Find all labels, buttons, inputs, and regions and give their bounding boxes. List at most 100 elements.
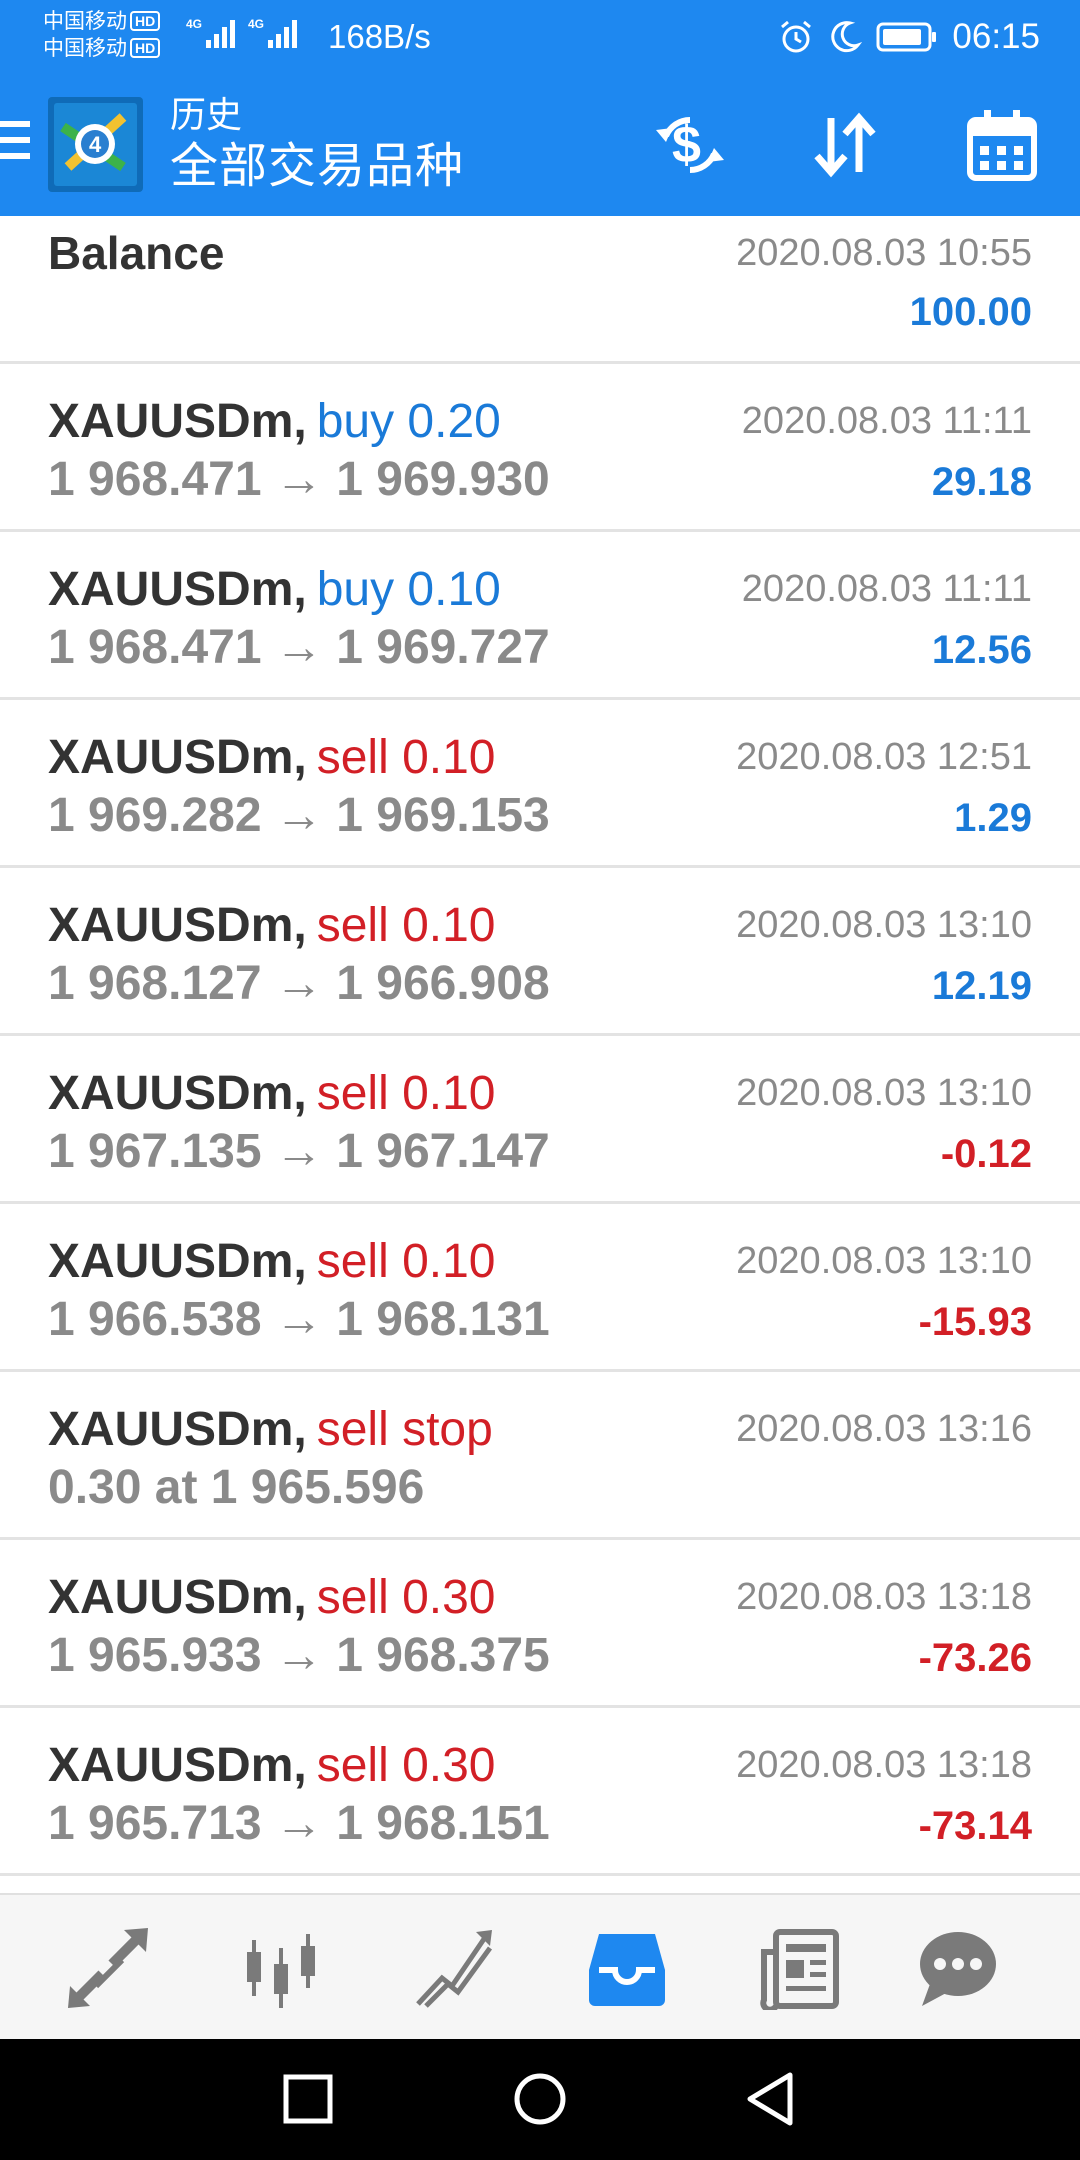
trade-side: sell stop bbox=[316, 1403, 493, 1456]
trade-title: XAUUSDm, sell 0.10 bbox=[48, 730, 495, 786]
net-speed: 168B/s bbox=[328, 18, 431, 55]
system-nav-bar bbox=[0, 2039, 1080, 2160]
trade-time: 2020.08.03 13:18 bbox=[736, 1576, 1032, 1618]
trade-row[interactable]: XAUUSDm, sell 0.10 1 968.127 → 1 966.908 20… bbox=[0, 868, 1080, 1036]
trade-title: XAUUSDm, buy 0.10 bbox=[48, 562, 501, 618]
trade-row[interactable]: XAUUSDm, sell 0.10 1 966.538 → 1 968.131 20… bbox=[0, 1204, 1080, 1372]
trade-prices: 1 965.713 → 1 968.151 bbox=[48, 1797, 550, 1850]
trade-prices: 1 966.538 → 1 968.131 bbox=[48, 1293, 550, 1346]
status-right: 06:15 bbox=[778, 14, 1040, 59]
trade-time: 2020.08.03 13:10 bbox=[736, 1240, 1032, 1282]
trade-prices: 1 968.127 → 1 966.908 bbox=[48, 957, 550, 1010]
trade-title: XAUUSDm, sell 0.10 bbox=[48, 898, 495, 954]
trade-time: 2020.08.03 13:10 bbox=[736, 1072, 1032, 1114]
balance-label: Balance bbox=[48, 227, 225, 279]
hd-badge: HD bbox=[130, 38, 161, 58]
trade-profit: -73.14 bbox=[918, 1804, 1032, 1848]
home-icon[interactable] bbox=[510, 2069, 570, 2129]
battery-icon bbox=[876, 22, 937, 51]
trade-symbol: XAUUSDm, bbox=[48, 731, 307, 784]
trade-prices: 1 969.282 → 1 969.153 bbox=[48, 789, 550, 842]
svg-text:4: 4 bbox=[89, 132, 102, 157]
hd-badge: HD bbox=[130, 11, 161, 31]
history-icon[interactable] bbox=[579, 1920, 675, 2016]
deposit-icon[interactable]: $ bbox=[650, 105, 730, 185]
back-icon[interactable] bbox=[740, 2069, 800, 2129]
moon-icon bbox=[831, 20, 863, 52]
status-bar: 中国移动 HD 中国移动 HD 4G 4G 168B/s 06:15 bbox=[0, 0, 1080, 75]
carrier-1: 中国移动 bbox=[43, 10, 127, 33]
trade-side: sell 0.10 bbox=[316, 899, 496, 952]
trade-side: sell 0.10 bbox=[316, 1067, 496, 1120]
calendar-icon[interactable] bbox=[962, 105, 1042, 185]
alarm-icon bbox=[781, 20, 812, 52]
trade-profit: 29.18 bbox=[931, 460, 1032, 504]
app-bar: 4 历史 全部交易品种 $ bbox=[0, 75, 1080, 216]
trade-title: XAUUSDm, buy 0.20 bbox=[48, 394, 501, 450]
svg-text:4G: 4G bbox=[248, 17, 264, 31]
trade-prices: 1 968.471 → 1 969.727 bbox=[48, 621, 550, 674]
app-logo: 4 bbox=[48, 97, 143, 192]
trade-time: 2020.08.03 12:51 bbox=[736, 736, 1032, 778]
trade-profit: -0.12 bbox=[940, 1132, 1032, 1176]
trade-title: XAUUSDm, sell 0.30 bbox=[48, 1738, 495, 1794]
trade-profit: 12.56 bbox=[931, 628, 1032, 672]
trade-symbol: XAUUSDm, bbox=[48, 1571, 307, 1624]
trade-symbol: XAUUSDm, bbox=[48, 899, 307, 952]
signal-icon-2: 4G bbox=[248, 17, 297, 48]
trade-symbol: XAUUSDm, bbox=[48, 1067, 307, 1120]
trade-row[interactable]: XAUUSDm, sell 0.30 1 965.713 → 1 968.151 20… bbox=[0, 1708, 1080, 1876]
trade-time: 2020.08.03 13:16 bbox=[736, 1408, 1032, 1450]
trade-row[interactable]: XAUUSDm, buy 0.20 1 968.471 → 1 969.930 202… bbox=[0, 364, 1080, 532]
trade-side: buy 0.10 bbox=[316, 563, 501, 616]
trade-time: 2020.08.03 11:11 bbox=[741, 400, 1032, 442]
balance-amount: 100.00 bbox=[909, 290, 1032, 334]
trade-row[interactable]: XAUUSDm, buy 0.10 1 968.471 → 1 969.727 202… bbox=[0, 532, 1080, 700]
recents-icon[interactable] bbox=[278, 2069, 338, 2129]
trade-row[interactable]: XAUUSDm, sell 0.10 1 967.135 → 1 967.147 20… bbox=[0, 1036, 1080, 1204]
trade-profit: -15.93 bbox=[918, 1300, 1032, 1344]
trade-side: sell 0.30 bbox=[316, 1739, 496, 1792]
news-icon[interactable] bbox=[752, 1920, 848, 2016]
trade-prices: 1 967.135 → 1 967.147 bbox=[48, 1125, 550, 1178]
trade-symbol: XAUUSDm, bbox=[48, 1403, 307, 1456]
trade-side: buy 0.20 bbox=[316, 395, 501, 448]
sort-icon[interactable] bbox=[805, 105, 885, 185]
carrier-2: 中国移动 bbox=[43, 37, 127, 60]
trade-row[interactable]: XAUUSDm, sell stop 0.30 at 1 965.596 2020.0… bbox=[0, 1372, 1080, 1540]
quotes-icon[interactable] bbox=[60, 1920, 156, 2016]
trade-prices: 1 965.933 → 1 968.375 bbox=[48, 1629, 550, 1682]
svg-text:4G: 4G bbox=[186, 17, 202, 31]
trade-profit: 12.19 bbox=[931, 964, 1032, 1008]
trade-title: XAUUSDm, sell 0.10 bbox=[48, 1066, 495, 1122]
trade-time: 2020.08.03 11:11 bbox=[741, 568, 1032, 610]
chat-icon[interactable] bbox=[910, 1920, 1006, 2016]
trade-profit: 1.29 bbox=[954, 796, 1032, 840]
trade-symbol: XAUUSDm, bbox=[48, 1235, 307, 1288]
trade-time: 2020.08.03 13:10 bbox=[736, 904, 1032, 946]
trade-symbol: XAUUSDm, bbox=[48, 395, 307, 448]
history-list[interactable]: Balance 2020.08.03 10:55 100.00 XAUUSDm,… bbox=[0, 216, 1080, 1893]
trade-side: sell 0.30 bbox=[316, 1571, 496, 1624]
trade-icon[interactable] bbox=[406, 1920, 502, 2016]
trade-title: XAUUSDm, sell 0.10 bbox=[48, 1234, 495, 1290]
trade-prices: 0.30 at 1 965.596 bbox=[48, 1461, 425, 1514]
trade-profit: -73.26 bbox=[918, 1636, 1032, 1680]
trade-symbol: XAUUSDm, bbox=[48, 563, 307, 616]
clock: 06:15 bbox=[952, 16, 1040, 56]
trade-row[interactable]: XAUUSDm, sell 0.30 1 965.933 → 1 968.375 20… bbox=[0, 1540, 1080, 1708]
trade-time: 2020.08.03 13:18 bbox=[736, 1744, 1032, 1786]
bottom-nav bbox=[0, 1893, 1080, 2039]
trade-title: XAUUSDm, sell 0.30 bbox=[48, 1570, 495, 1626]
carrier-info: 中国移动 HD 中国移动 HD bbox=[43, 8, 161, 62]
chart-icon[interactable] bbox=[233, 1920, 329, 2016]
page-title[interactable]: 全部交易品种 bbox=[170, 137, 464, 197]
signal-icon: 4G bbox=[186, 17, 235, 48]
trade-title: XAUUSDm, sell stop bbox=[48, 1402, 493, 1458]
trade-symbol: XAUUSDm, bbox=[48, 1739, 307, 1792]
menu-icon[interactable] bbox=[0, 121, 30, 167]
trade-row[interactable]: XAUUSDm, sell 0.10 1 969.282 → 1 969.153 20… bbox=[0, 700, 1080, 868]
trade-prices: 1 968.471 → 1 969.930 bbox=[48, 453, 550, 506]
balance-row[interactable]: Balance 2020.08.03 10:55 100.00 bbox=[0, 216, 1080, 364]
page-subtitle: 历史 bbox=[170, 94, 243, 135]
